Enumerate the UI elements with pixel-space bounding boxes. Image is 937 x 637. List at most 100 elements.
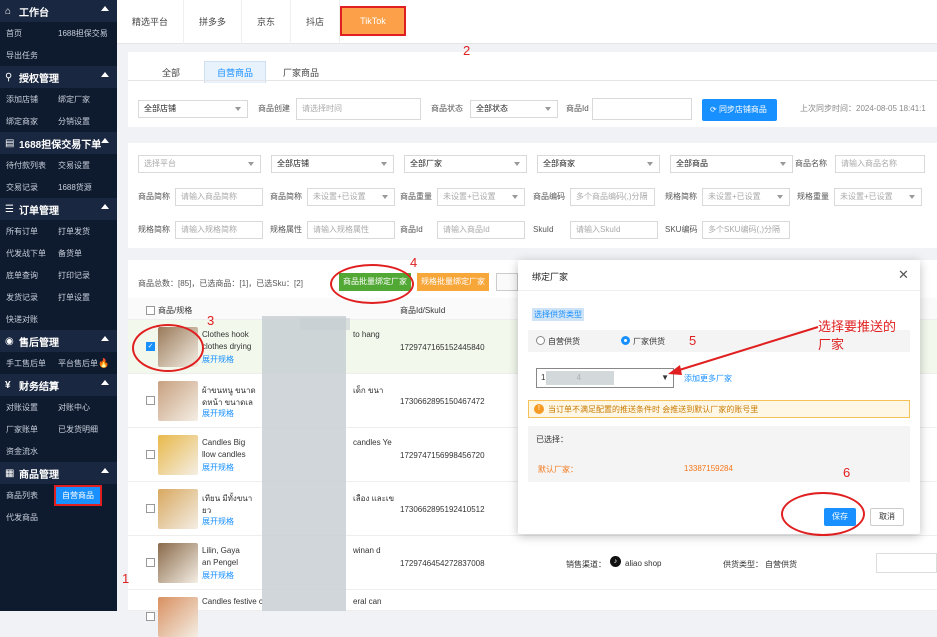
expand-specs-link[interactable]: 展开规格: [202, 516, 234, 527]
row2-field-2[interactable]: 未设置+已设置: [437, 188, 525, 206]
row2-field-3[interactable]: 多个商品编码(,)分隔: [570, 188, 655, 206]
subtab-factory[interactable]: 厂家商品: [283, 66, 319, 79]
close-icon[interactable]: ✕: [898, 267, 909, 283]
filter-select-4[interactable]: 全部商品: [670, 155, 793, 173]
product-id: 1730662895192410512: [400, 505, 485, 514]
row2-field-0[interactable]: 请输入商品简称: [175, 188, 263, 206]
row3-field-4[interactable]: 多个SKU编码(,)分隔: [702, 221, 790, 239]
sidebar-item[interactable]: 交易记录: [6, 182, 38, 193]
tab-4[interactable]: TikTok: [340, 6, 406, 36]
sync-button[interactable]: ⟳ 同步店铺商品: [702, 99, 777, 121]
caret-up-icon: [101, 138, 109, 143]
expand-specs-link[interactable]: 展开规格: [202, 462, 234, 473]
expand-specs-link[interactable]: 展开规格: [202, 354, 234, 365]
sidebar-section-5[interactable]: ¥ 财务结算: [0, 374, 117, 396]
filter-select-0[interactable]: 选择平台: [138, 155, 261, 173]
tab-2[interactable]: 京东: [242, 0, 292, 44]
sidebar-item[interactable]: 绑定厂家: [58, 94, 90, 105]
home-icon: ⌂: [5, 5, 12, 17]
status-select[interactable]: 全部状态: [470, 100, 558, 118]
sidebar-item[interactable]: 1688担保交易: [58, 28, 108, 39]
filter-select-2[interactable]: 全部厂家: [404, 155, 527, 173]
row3-field-3[interactable]: 请输入SkuId: [570, 221, 658, 239]
sidebar-row: 厂家账单 已发货明细: [0, 418, 117, 440]
sidebar-item[interactable]: 1688货源: [58, 182, 92, 193]
expand-specs-link[interactable]: 展开规格: [202, 408, 234, 419]
sidebar-item[interactable]: 底单查询: [6, 270, 38, 281]
sidebar-item[interactable]: 平台售后单: [58, 358, 98, 369]
sidebar-item[interactable]: 快递对账: [6, 314, 38, 325]
tab-3[interactable]: 抖店: [291, 0, 341, 44]
sidebar-section-3[interactable]: ☰ 订单管理: [0, 198, 117, 220]
sidebar-item[interactable]: 发货记录: [6, 292, 38, 303]
sidebar-item[interactable]: 商品列表: [6, 490, 38, 501]
sidebar-row: 首页 1688担保交易: [0, 22, 117, 44]
table-row[interactable]: Candles festive c eral can: [128, 590, 937, 637]
sidebar-item[interactable]: 已发货明细: [58, 424, 98, 435]
radio-factory[interactable]: [621, 336, 630, 345]
tab-1[interactable]: 拼多多: [184, 0, 243, 44]
row-input[interactable]: [876, 553, 937, 573]
row-checkbox[interactable]: [146, 504, 155, 513]
sidebar-item[interactable]: 手工售后单: [6, 358, 46, 369]
sidebar-row: 所有订单 打单发货: [0, 220, 117, 242]
store-select[interactable]: 全部店铺: [138, 100, 248, 118]
table-row[interactable]: Lilin, Gaya winan d an Pengel 展开规格 172974645…: [128, 536, 937, 590]
sidebar-section-0[interactable]: ⌂ 工作台: [0, 0, 117, 22]
sidebar-item[interactable]: 分销设置: [58, 116, 90, 127]
annotation-note-line2: 厂家: [818, 337, 845, 352]
row-checkbox[interactable]: [146, 612, 155, 621]
sidebar-item[interactable]: 备货单: [58, 248, 82, 259]
sidebar-section-6[interactable]: ▦ 商品管理: [0, 462, 117, 484]
row2-field-4[interactable]: 未设置+已设置: [702, 188, 790, 206]
row3-field-1[interactable]: 请输入规格属性: [307, 221, 395, 239]
sidebar-item[interactable]: 待付款列表: [6, 160, 46, 171]
headset-icon: ◉: [5, 335, 14, 347]
sidebar-item[interactable]: 打单发货: [58, 226, 90, 237]
row3-field-0[interactable]: 请输入规格简称: [175, 221, 263, 239]
sidebar-item[interactable]: 对账设置: [6, 402, 38, 413]
sidebar-item[interactable]: 代发商品: [6, 512, 38, 523]
annotation-note-line1: 选择要推送的: [818, 319, 897, 334]
select-all-checkbox[interactable]: [146, 306, 155, 315]
sync-icon: ⟳: [710, 105, 719, 114]
sidebar-item[interactable]: 资金流水: [6, 446, 38, 457]
id-input[interactable]: [592, 98, 692, 120]
sidebar-item[interactable]: 所有订单: [6, 226, 38, 237]
filter-select-1[interactable]: 全部店铺: [271, 155, 394, 173]
sidebar-item[interactable]: 对账中心: [58, 402, 90, 413]
sidebar-row: 待付款列表 交易设置: [0, 154, 117, 176]
sidebar-item[interactable]: 交易设置: [58, 160, 90, 171]
cancel-button[interactable]: 取消: [870, 508, 904, 526]
expand-specs-link[interactable]: 展开规格: [202, 570, 234, 581]
sidebar-item[interactable]: 代发战下单: [6, 248, 46, 259]
name-input[interactable]: 请输入商品名称: [835, 155, 925, 173]
caret-up-icon: [101, 336, 109, 341]
create-time-input[interactable]: 请选择时间: [296, 98, 421, 120]
sidebar-section-4[interactable]: ◉ 售后管理: [0, 330, 117, 352]
row-checkbox[interactable]: [146, 396, 155, 405]
row2-field-1[interactable]: 未设置+已设置: [307, 188, 395, 206]
subtab-all[interactable]: 全部: [162, 66, 180, 79]
sidebar-item[interactable]: 导出任务: [6, 50, 38, 61]
tab-0[interactable]: 精选平台: [117, 0, 185, 44]
sidebar-section-2[interactable]: ▤ 1688担保交易下单: [0, 132, 117, 154]
last-sync-text: 上次同步时间：2024-08-05 18:41:1: [800, 104, 926, 113]
sidebar-item[interactable]: 添加店铺: [6, 94, 38, 105]
sidebar-item[interactable]: 首页: [6, 28, 22, 39]
bind-sku-button[interactable]: 规格批量绑定厂家: [417, 273, 489, 291]
sidebar-section-1[interactable]: ⚲ 授权管理: [0, 66, 117, 88]
filter-select-3[interactable]: 全部商家: [537, 155, 660, 173]
sidebar-item[interactable]: 打单设置: [58, 292, 90, 303]
row-checkbox[interactable]: [146, 558, 155, 567]
row3-field-2[interactable]: 请输入商品Id: [437, 221, 525, 239]
caret-up-icon: [101, 72, 109, 77]
sidebar-item[interactable]: 绑定商家: [6, 116, 38, 127]
row2-field-5[interactable]: 未设置+已设置: [834, 188, 922, 206]
sidebar-item[interactable]: 打印记录: [58, 270, 90, 281]
sidebar-item[interactable]: 自营商品: [54, 484, 102, 506]
toolbar-icon[interactable]: [496, 273, 518, 291]
row-checkbox[interactable]: [146, 450, 155, 459]
sidebar-item[interactable]: 厂家账单: [6, 424, 38, 435]
radio-self[interactable]: [536, 336, 545, 345]
